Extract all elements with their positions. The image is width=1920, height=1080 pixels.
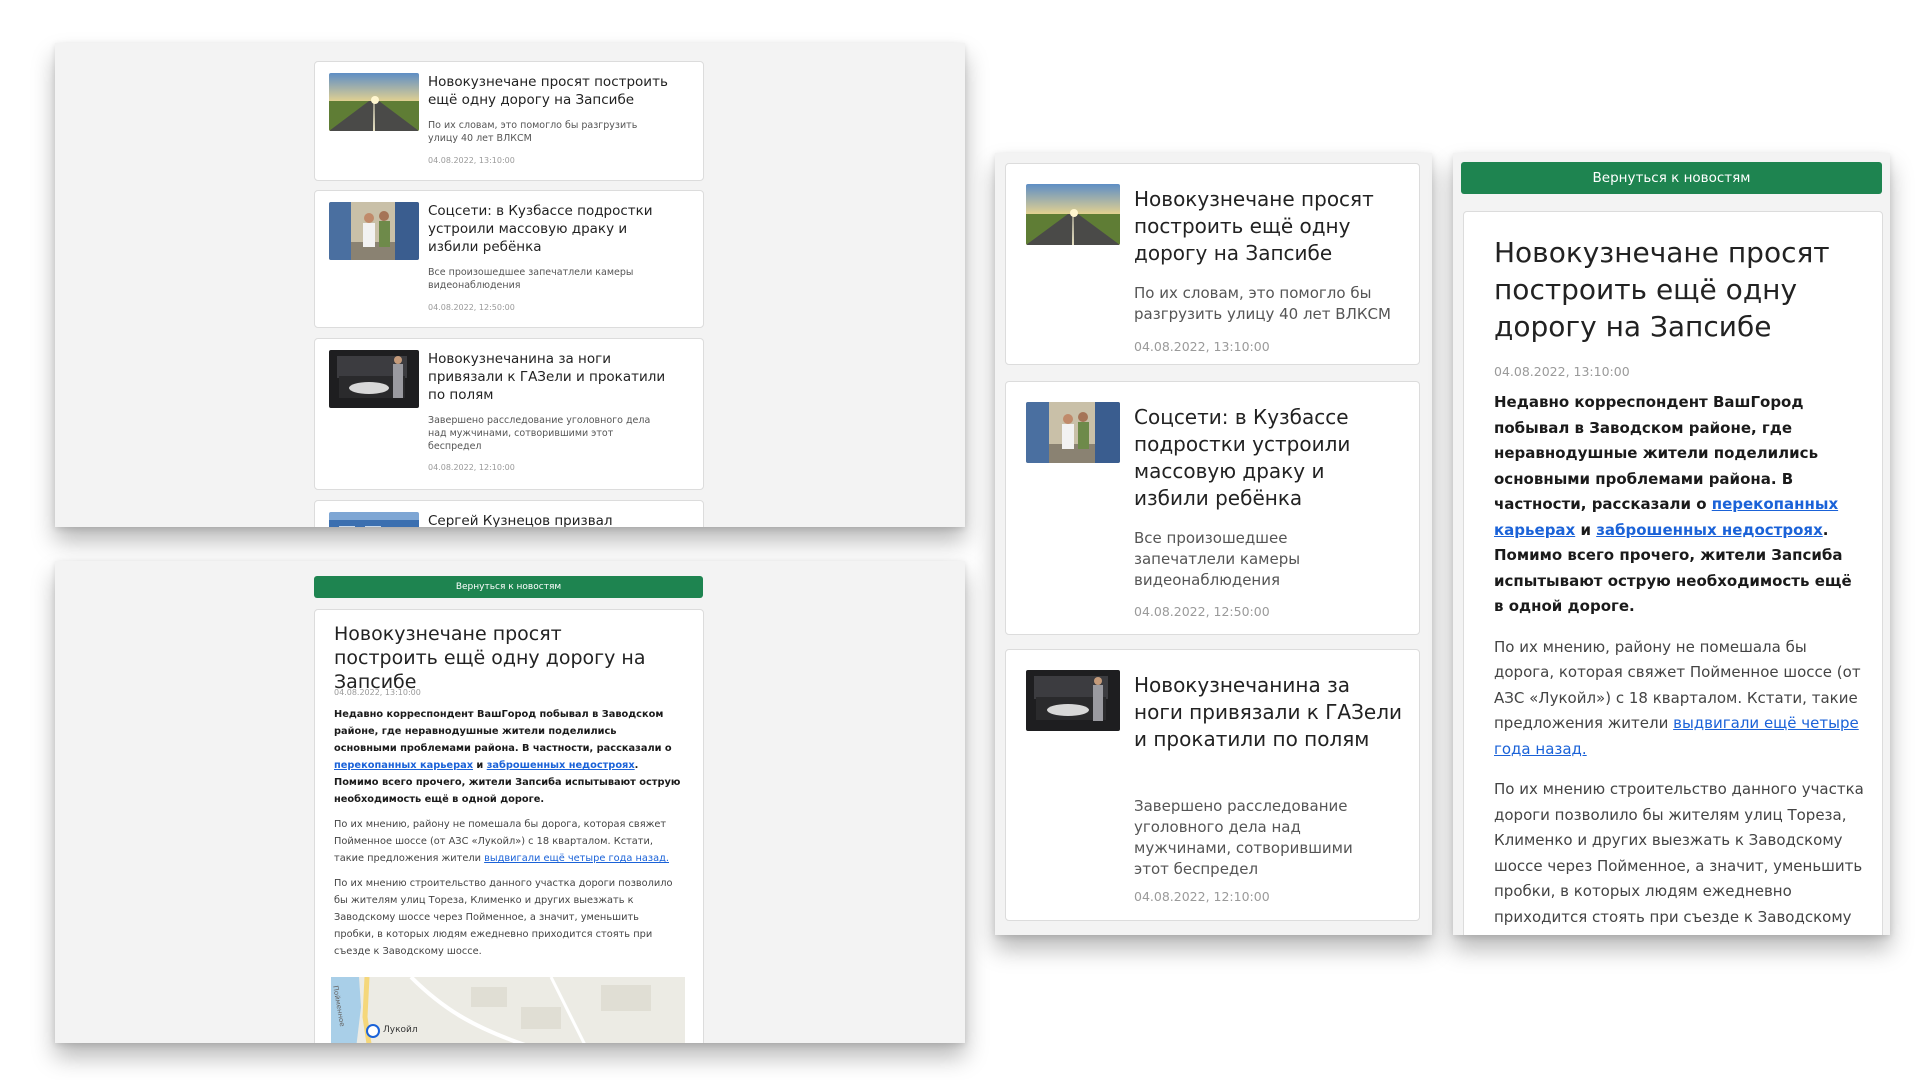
article-paragraph: По их мнению строительство данного участ… [334, 878, 673, 957]
map-poi-label: Лукойл [383, 1025, 418, 1035]
news-title[interactable]: Новокузнечанина за ноги привязали к ГАЗе… [428, 350, 673, 404]
article-title: Новокузнечане просят построить ещё одну … [334, 623, 646, 693]
news-summary: По их словам, это помогло бы разгрузить … [1134, 284, 1391, 323]
news-card[interactable]: Новокузнечане просят построить ещё одну … [1005, 163, 1420, 365]
map[interactable]: Пойменное Лукойл [331, 977, 685, 1043]
building-photo [329, 512, 419, 527]
news-card[interactable]: Соцсети: в Кузбассе подростки устроили м… [314, 190, 704, 328]
news-date: 04.08.2022, 13:10:00 [1134, 339, 1270, 354]
fight-photo [329, 202, 419, 260]
unfinished-buildings-link[interactable]: заброшенных недостроях [1596, 521, 1823, 539]
screenshot-article-mobile: Вернуться к новостям Новокузнечане прося… [1453, 153, 1890, 935]
article-date: 04.08.2022, 13:10:00 [334, 688, 421, 697]
article-lead: Недавно корреспондент ВашГород побывал в… [1494, 390, 1866, 620]
screenshot-news-list-desktop: Новокузнечане просят построить ещё одну … [55, 43, 965, 527]
article-lead: Недавно корреспондент ВашГород побывал в… [334, 706, 682, 808]
news-date: 04.08.2022, 12:10:00 [1134, 889, 1270, 904]
lead-text: Недавно корреспондент ВашГород побывал в… [334, 709, 672, 754]
news-card[interactable]: Новокузнечанина за ноги привязали к ГАЗе… [1005, 649, 1420, 921]
news-title[interactable]: Новокузнечанина за ноги привязали к ГАЗе… [1134, 672, 1404, 753]
article-card: Новокузнечане просят построить ещё одну … [1463, 211, 1883, 935]
news-card[interactable]: Сергей Кузнецов призвал [314, 500, 704, 527]
article-body: Недавно корреспондент ВашГород побывал в… [334, 706, 682, 960]
article-title: Новокузнечане просят построить ещё одну … [1494, 236, 1830, 343]
news-summary: Все произошедшее запечатлели камеры виде… [1134, 529, 1301, 589]
article-paragraph: По их мнению строительство данного участ… [1494, 780, 1864, 935]
news-card[interactable]: Новокузнечане просят построить ещё одну … [314, 61, 704, 181]
news-title[interactable]: Новокузнечане просят построить ещё одну … [428, 73, 683, 109]
article-body: Недавно корреспондент ВашГород побывал в… [1494, 390, 1866, 935]
article-paragraph: По их мнению, району не помешала бы доро… [334, 816, 682, 867]
car-trunk-photo [1026, 670, 1120, 731]
news-date: 04.08.2022, 12:10:00 [428, 463, 515, 472]
unfinished-buildings-link[interactable]: заброшенных недостроях [487, 760, 635, 771]
news-summary: Завершено расследование уголовного дела … [428, 415, 651, 452]
fight-photo [1026, 402, 1120, 463]
screenshot-article-desktop: Вернуться к новостям Новокузнечане прося… [55, 561, 965, 1043]
lead-text: и [1575, 520, 1597, 539]
news-summary: Завершено расследование уголовного дела … [1134, 797, 1353, 878]
news-card[interactable]: Новокузнечанина за ноги привязали к ГАЗе… [314, 338, 704, 490]
back-to-news-button[interactable]: Вернуться к новостям [314, 576, 703, 598]
quarries-link[interactable]: перекопанных карьерах [334, 760, 473, 771]
road-photo [1026, 184, 1120, 245]
news-date: 04.08.2022, 12:50:00 [428, 303, 515, 312]
news-title[interactable]: Сергей Кузнецов призвал [428, 512, 673, 527]
screenshot-news-list-mobile: Новокузнечане просят построить ещё одну … [995, 153, 1432, 935]
back-to-news-button[interactable]: Вернуться к новостям [1461, 162, 1882, 194]
news-summary: Все произошедшее запечатлели камеры виде… [428, 267, 634, 291]
article-paragraph: По их мнению, району не помешала бы доро… [1494, 635, 1866, 763]
news-date: 04.08.2022, 12:50:00 [1134, 604, 1270, 619]
news-date: 04.08.2022, 13:10:00 [428, 156, 515, 165]
news-title[interactable]: Соцсети: в Кузбассе подростки устроили м… [1134, 404, 1384, 512]
road-photo [329, 73, 419, 131]
news-card[interactable]: Соцсети: в Кузбассе подростки устроили м… [1005, 381, 1420, 635]
news-title[interactable]: Соцсети: в Кузбассе подростки устроили м… [428, 202, 658, 256]
car-trunk-photo [329, 350, 419, 408]
article-card: Новокузнечане просят построить ещё одну … [314, 609, 704, 1043]
lead-text: и [473, 760, 487, 771]
news-title[interactable]: Новокузнечане просят построить ещё одну … [1134, 186, 1399, 267]
article-date: 04.08.2022, 13:10:00 [1494, 364, 1630, 379]
news-summary: По их словам, это помогло бы разгрузить … [428, 120, 638, 144]
four-years-ago-link[interactable]: выдвигали ещё четыре года назад. [484, 853, 669, 864]
